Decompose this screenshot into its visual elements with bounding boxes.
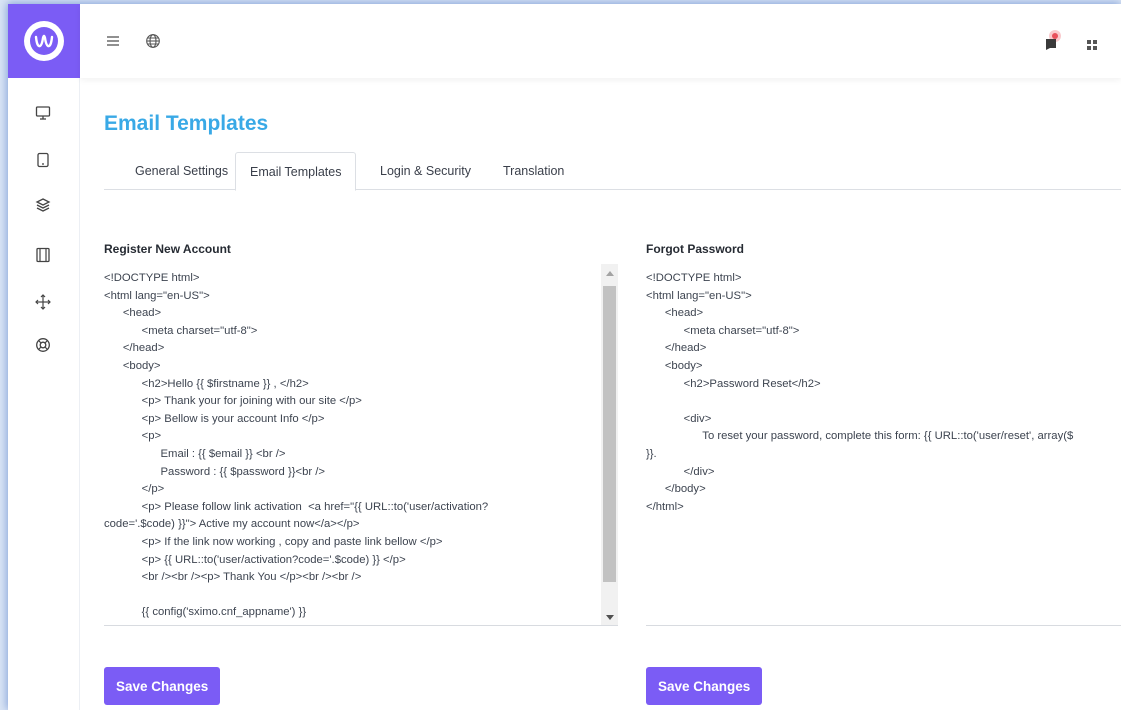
register-template-label: Register New Account	[104, 242, 231, 256]
globe-icon[interactable]	[142, 30, 164, 52]
scroll-thumb[interactable]	[603, 286, 616, 582]
hamburger-icon[interactable]	[102, 30, 124, 52]
save-register-button[interactable]: Save Changes	[104, 667, 221, 705]
grid-icon[interactable]	[1081, 34, 1103, 56]
scroll-up-icon[interactable]	[601, 264, 618, 281]
film-icon[interactable]	[32, 244, 54, 266]
topbar	[80, 4, 1121, 78]
scroll-down-icon[interactable]	[601, 609, 618, 625]
lifebuoy-icon[interactable]	[32, 334, 54, 356]
layers-icon[interactable]	[32, 194, 54, 216]
tab-login-security[interactable]: Login & Security	[366, 152, 485, 190]
tab-translation[interactable]: Translation	[489, 152, 578, 190]
app-frame: Email Templates General Settings Email T…	[8, 4, 1121, 710]
register-template-editor[interactable]: <!DOCTYPE html> <html lang="en-US"> <hea…	[104, 264, 618, 626]
register-template-content[interactable]: <!DOCTYPE html> <html lang="en-US"> <hea…	[104, 264, 618, 622]
tab-general-settings[interactable]: General Settings	[121, 152, 242, 190]
register-editor-scrollbar[interactable]	[601, 264, 618, 625]
settings-tabs: General Settings Email Templates Login &…	[104, 152, 1121, 191]
monitor-icon[interactable]	[32, 102, 54, 124]
save-forgot-button[interactable]: Save Changes	[646, 667, 763, 705]
sidebar	[8, 4, 80, 710]
move-icon[interactable]	[32, 291, 54, 313]
tab-email-templates[interactable]: Email Templates	[235, 152, 357, 191]
forgot-template-label: Forgot Password	[646, 242, 745, 256]
tablet-icon[interactable]	[32, 149, 54, 171]
forgot-template-content[interactable]: <!DOCTYPE html> <html lang="en-US"> <hea…	[646, 264, 1121, 516]
brand[interactable]	[8, 4, 80, 78]
page-title: Email Templates	[104, 112, 269, 135]
brand-logo-icon	[24, 21, 64, 61]
forgot-template-editor[interactable]: <!DOCTYPE html> <html lang="en-US"> <hea…	[646, 264, 1121, 626]
flag-icon[interactable]	[1041, 30, 1063, 52]
